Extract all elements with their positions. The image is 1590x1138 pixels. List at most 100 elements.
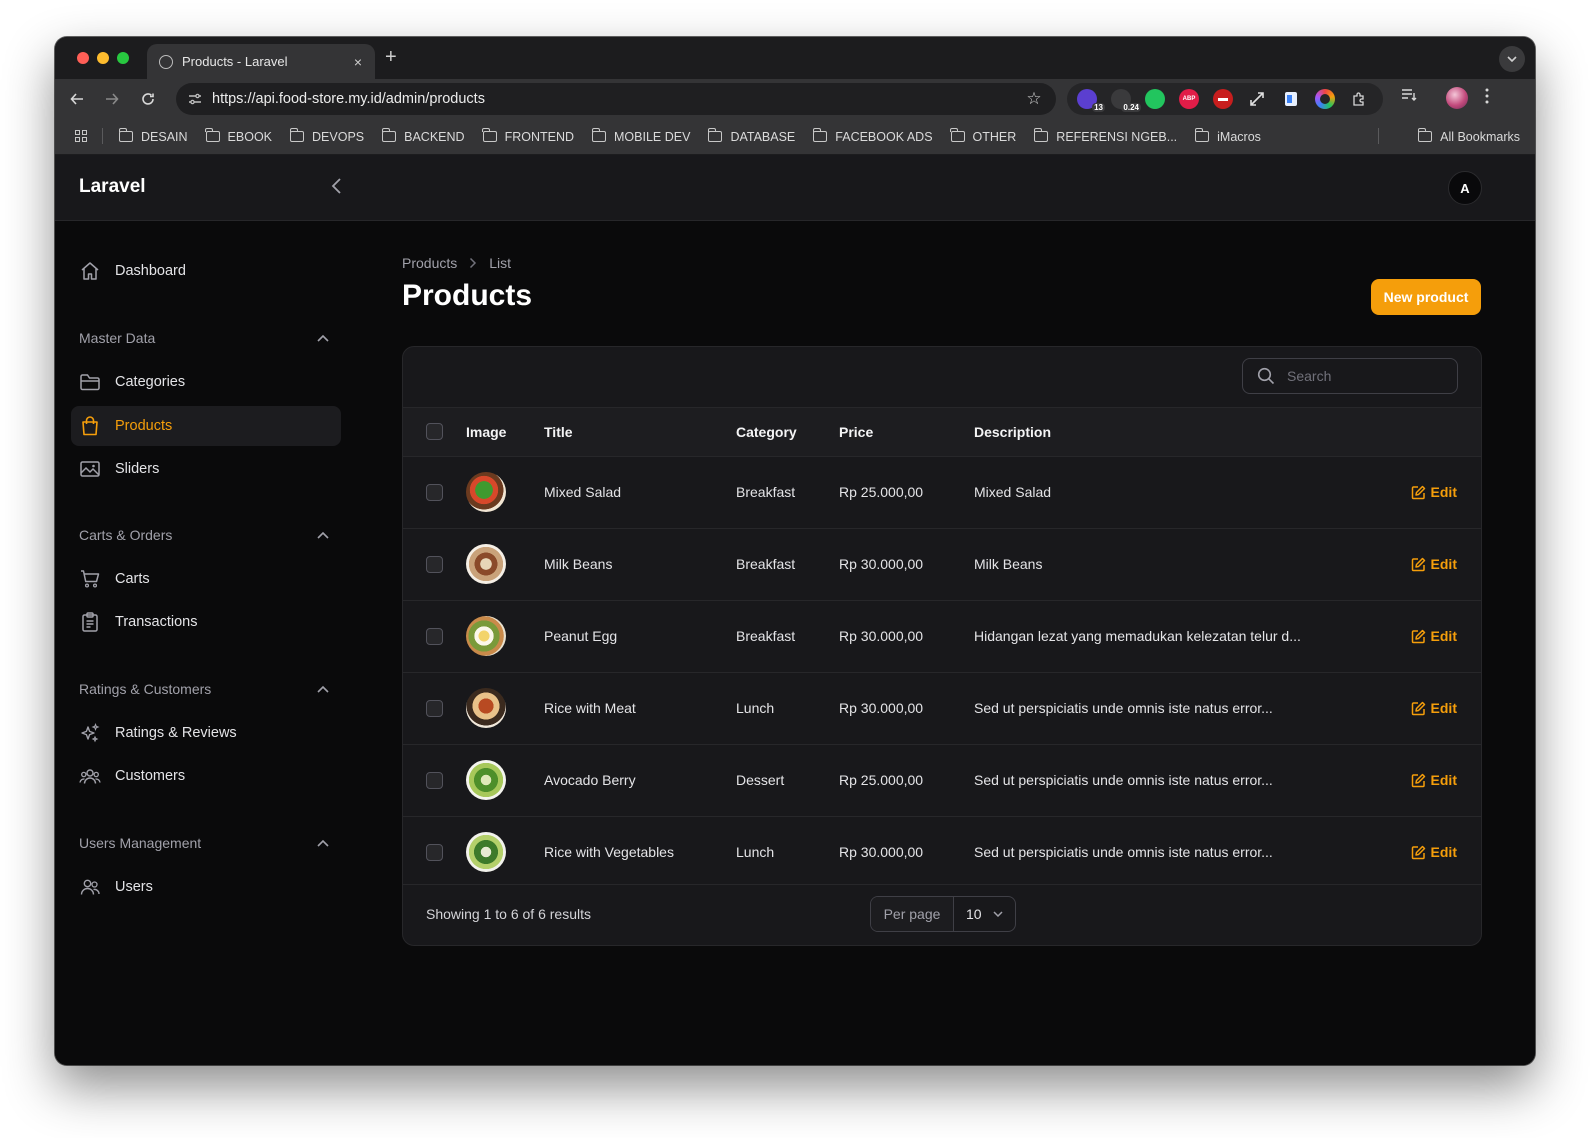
bookmark-folder[interactable]: FACEBOOK ADS [812, 128, 933, 144]
forward-button[interactable] [100, 87, 124, 111]
table-row[interactable]: Avocado Berry Dessert Rp 25.000,00 Sed ut p… [403, 744, 1481, 816]
sidebar-item-carts[interactable]: Carts [71, 559, 341, 599]
table-row[interactable]: Mixed Salad Breakfast Rp 25.000,00 Mixed Sa… [403, 456, 1481, 528]
chevron-up-icon [317, 685, 329, 693]
column-price[interactable]: Price [839, 408, 974, 456]
bookmark-star-icon[interactable]: ☆ [1024, 89, 1044, 109]
row-checkbox[interactable] [426, 627, 443, 645]
browser-tab[interactable]: Products - Laravel × [147, 44, 375, 79]
close-tab-icon[interactable]: × [349, 54, 367, 70]
bookmark-folder[interactable]: MOBILE DEV [591, 128, 690, 144]
tab-search-button[interactable] [1499, 46, 1525, 72]
new-tab-button[interactable]: + [385, 46, 397, 69]
cart-icon [79, 568, 101, 590]
chevron-right-icon [470, 257, 477, 269]
select-all-checkbox[interactable] [426, 423, 443, 441]
puzzle-icon[interactable] [1349, 89, 1369, 109]
document-extension-icon[interactable] [1281, 89, 1301, 109]
table-row[interactable]: Rice with Meat Lunch Rp 30.000,00 Sed ut pe… [403, 672, 1481, 744]
reading-list-icon[interactable] [1401, 88, 1417, 106]
edit-button[interactable]: Edit [1341, 628, 1481, 644]
extension-icon[interactable]: 0.24 [1111, 89, 1141, 112]
reload-button[interactable] [136, 87, 160, 111]
expand-icon[interactable] [1247, 89, 1267, 109]
minimize-window-button[interactable] [97, 52, 109, 64]
table-row[interactable]: Rice with Vegetables Lunch Rp 30.000,00 Sed… [403, 816, 1481, 888]
address-bar[interactable]: https://api.food-store.my.id/admin/produ… [176, 83, 1056, 115]
green-extension-icon[interactable] [1145, 89, 1165, 109]
stop-extension-icon[interactable] [1213, 89, 1233, 109]
bookmark-folder[interactable]: BACKEND [381, 128, 465, 144]
edit-button[interactable]: Edit [1341, 772, 1481, 788]
edit-button[interactable]: Edit [1341, 556, 1481, 572]
bookmark-folder[interactable]: REFERENSI NGEB... [1033, 128, 1177, 144]
edit-button[interactable]: Edit [1341, 844, 1481, 860]
nav-group-master-data[interactable]: Master Data [79, 328, 329, 348]
browser-window: Products - Laravel × + https://api.food-… [55, 37, 1535, 1065]
sidebar-item-ratings-reviews[interactable]: Ratings & Reviews [71, 713, 341, 753]
bookmark-folder[interactable]: OTHER [950, 128, 1016, 144]
user-avatar[interactable]: A [1448, 171, 1482, 205]
column-title[interactable]: Title [544, 408, 736, 456]
sidebar-item-customers[interactable]: Customers [71, 756, 341, 796]
bookmark-folder[interactable]: DEVOPS [289, 128, 364, 144]
table-toolbar [403, 347, 1481, 408]
collapse-sidebar-button[interactable] [325, 174, 349, 198]
sidebar-item-categories[interactable]: Categories [71, 362, 341, 402]
adblock-icon[interactable]: ABP [1179, 89, 1199, 109]
per-page-label: Per page [871, 897, 954, 931]
arrow-right-icon [106, 93, 119, 105]
bookmark-folder[interactable]: FRONTEND [482, 128, 574, 144]
column-category[interactable]: Category [736, 408, 839, 456]
all-bookmarks-button[interactable]: All Bookmarks [1417, 119, 1520, 154]
results-count: Showing 1 to 6 of 6 results [426, 906, 591, 922]
breadcrumb-products[interactable]: Products [402, 255, 457, 271]
color-extension-icon[interactable] [1315, 89, 1335, 109]
extensions-area: 13 0.24 ABP [1067, 83, 1383, 115]
bookmark-label: FACEBOOK ADS [835, 129, 933, 144]
new-product-button[interactable]: New product [1371, 279, 1481, 315]
nav-group-label: Carts & Orders [79, 527, 173, 543]
bookmark-folder[interactable]: DESAIN [118, 128, 188, 144]
row-checkbox[interactable] [426, 555, 443, 573]
sidebar-item-users[interactable]: Users [71, 867, 341, 907]
product-description: Milk Beans [974, 556, 1043, 572]
search-box[interactable] [1242, 358, 1458, 394]
back-button[interactable] [65, 87, 89, 111]
profile-avatar[interactable] [1446, 87, 1468, 109]
more-menu-icon[interactable] [1485, 88, 1489, 108]
sidebar-item-sliders[interactable]: Sliders [71, 449, 341, 489]
window-controls [77, 52, 129, 64]
sidebar-item-dashboard[interactable]: Dashboard [71, 251, 341, 291]
search-input[interactable] [1285, 367, 1439, 385]
nav-group-ratings-customers[interactable]: Ratings & Customers [79, 679, 329, 699]
all-bookmarks-label: All Bookmarks [1440, 129, 1520, 144]
row-actions-cell: Edit [1341, 456, 1481, 528]
sidebar-item-transactions[interactable]: Transactions [71, 602, 341, 642]
row-checkbox[interactable] [426, 699, 443, 717]
site-settings-icon[interactable] [188, 92, 202, 106]
extension-icon[interactable]: 13 [1077, 89, 1105, 112]
row-checkbox[interactable] [426, 771, 443, 789]
table-row[interactable]: Peanut Egg Breakfast Rp 30.000,00 Hidangan … [403, 600, 1481, 672]
bookmark-folder[interactable]: DATABASE [708, 128, 795, 144]
close-window-button[interactable] [77, 52, 89, 64]
chevron-left-icon [331, 178, 341, 194]
zoom-window-button[interactable] [117, 52, 129, 64]
row-checkbox[interactable] [426, 483, 443, 501]
table-row[interactable]: Milk Beans Breakfast Rp 30.000,00 Milk Bean… [403, 528, 1481, 600]
nav-group-carts-orders[interactable]: Carts & Orders [79, 525, 329, 545]
per-page-dropdown[interactable]: 10 [954, 906, 1015, 922]
bookmark-folder[interactable]: iMacros [1194, 128, 1261, 144]
nav-group-users-management[interactable]: Users Management [79, 833, 329, 853]
bookmark-folder[interactable]: EBOOK [205, 128, 272, 144]
folder-icon [591, 128, 607, 142]
product-image [466, 472, 506, 512]
apps-grid-icon[interactable] [75, 130, 87, 142]
row-checkbox[interactable] [426, 843, 443, 861]
edit-button[interactable]: Edit [1341, 700, 1481, 716]
edit-button[interactable]: Edit [1341, 484, 1481, 500]
brand-logo[interactable]: Laravel [79, 176, 146, 198]
per-page-select[interactable]: Per page 10 [870, 896, 1016, 932]
sidebar-item-products[interactable]: Products [71, 406, 341, 446]
